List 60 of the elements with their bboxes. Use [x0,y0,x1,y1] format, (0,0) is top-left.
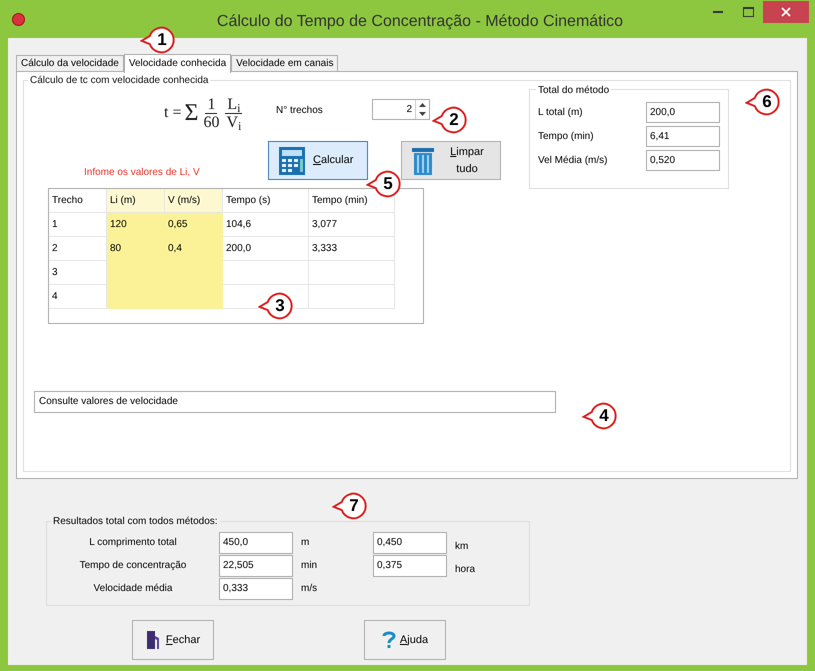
trechos-spinner[interactable]: 2 [372,99,430,120]
field-label: L comprimento total [88,536,178,550]
unit-label: km [454,540,468,554]
action-button[interactable]: Calcular [268,141,368,180]
unit-label: m [300,536,310,550]
tab[interactable]: Velocidade em canais [231,55,338,72]
output-field: 0,375 [373,554,447,576]
column-header: Li (m) [107,189,165,213]
help-button[interactable]: Ajuda [364,620,446,660]
table-cell: 3 [49,261,107,285]
trechos-label: N° trechos [276,104,323,118]
column-header: V (m/s) [165,189,223,213]
callout-badge: 5 [366,170,402,198]
output-field: 0,333 [219,578,293,600]
table-cell[interactable]: 120 [107,213,165,237]
output-field: 200,0 [646,102,720,123]
action-button[interactable]: Limpar tudo [401,141,501,180]
door-exit-icon [146,630,162,650]
output-field: 6,41 [646,126,720,147]
callout-badge: 1 [140,26,176,54]
bin-icon [410,146,436,176]
calculator-icon [277,146,307,176]
close-icon [781,7,791,17]
output-field: 0,450 [373,532,447,554]
callout-badge: 3 [258,292,294,320]
callout-badge: 4 [582,402,618,430]
maximize-icon [742,7,754,17]
output-field: 22,505 [219,554,293,576]
field-label: Vel Média (m/s) [538,154,608,168]
velocity-lookup-field[interactable]: Consulte valores de velocidade [34,391,556,413]
callout-badge: 2 [432,106,468,134]
minimize-icon [713,10,723,14]
field-label: Tempo de concentração [78,559,188,573]
table-cell: 3,333 [309,237,395,261]
output-field: 450,0 [219,532,293,554]
callout-badge: 7 [332,492,368,520]
window-title: Cálculo do Tempo de Concentração - Método Cinemático [216,12,624,32]
unit-label: m/s [300,582,318,596]
table-cell[interactable]: 0,4 [165,237,223,261]
table-cell: 104,6 [223,213,309,237]
app-icon [12,12,25,26]
instruction-text: Infome os valores de Li, V [84,166,200,180]
table-cell: 3,077 [309,213,395,237]
table-cell: 2 [49,237,107,261]
field-label: Velocidade média [92,582,174,596]
field-label: L total (m) [538,106,583,120]
close-button[interactable] [763,1,809,23]
table-cell[interactable]: 0,65 [165,213,223,237]
field-label: Tempo (min) [538,130,594,144]
table-cell: 200,0 [223,237,309,261]
table-cell: 4 [49,285,107,309]
unit-label: hora [454,563,476,577]
help-icon [382,630,396,650]
unit-label: min [300,559,318,573]
tab[interactable]: Cálculo da velocidade [16,55,124,72]
close-button[interactable]: Fechar [132,620,214,660]
table-cell[interactable]: 80 [107,237,165,261]
table-cell: 1 [49,213,107,237]
output-field: 0,520 [646,150,720,171]
callout-badge: 6 [745,88,781,116]
